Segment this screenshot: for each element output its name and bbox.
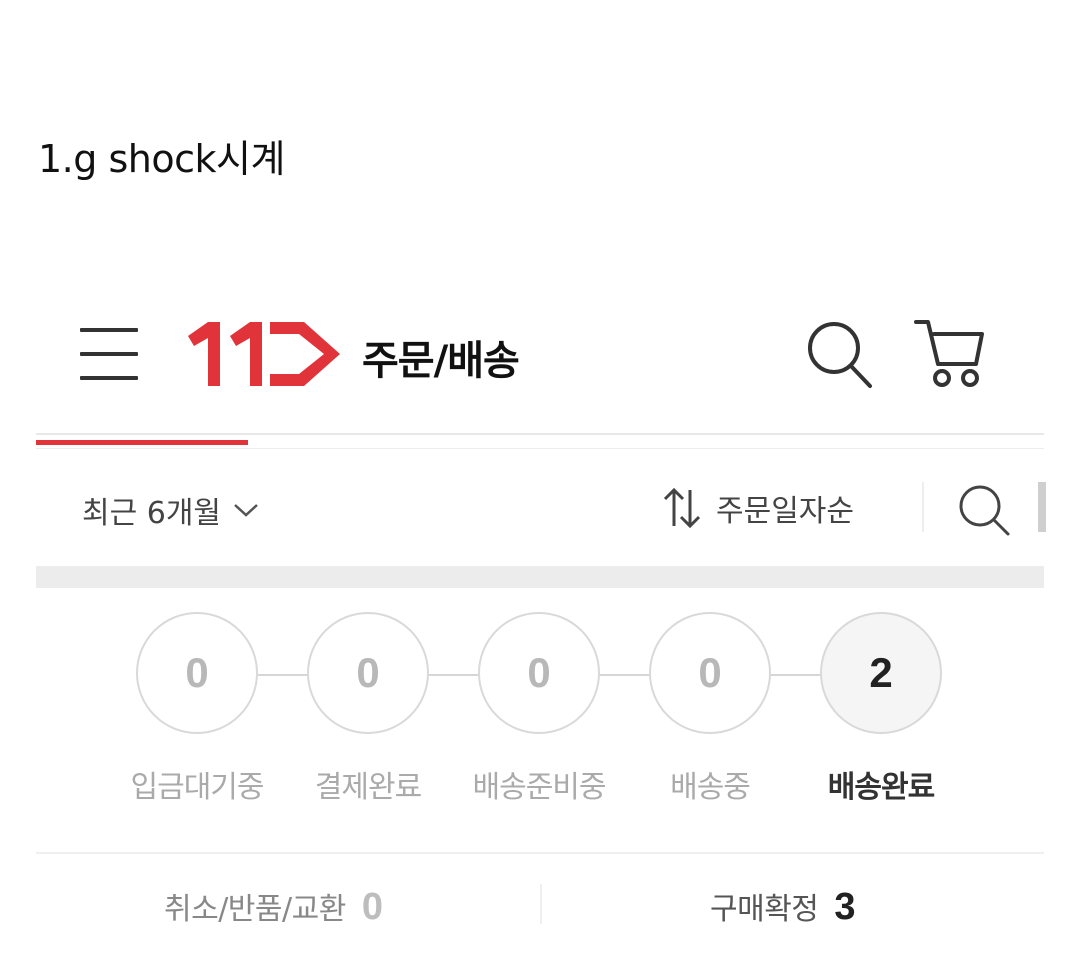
sort-dropdown[interactable]: 주문일자순 <box>662 486 854 530</box>
step-label-delivered[interactable]: 배송완료 <box>796 762 966 806</box>
step-connector <box>770 674 822 676</box>
cancel-return-exchange-link[interactable]: 취소/반품/교환 0 <box>164 884 383 929</box>
step-connector <box>258 674 310 676</box>
step-count-preparing-shipment[interactable]: 0 <box>478 612 600 734</box>
sort-icon <box>663 487 701 529</box>
step-count-delivered[interactable]: 2 <box>820 612 942 734</box>
filter-divider <box>922 482 924 532</box>
order-status-steps: 0 0 0 0 2 입금대기중 결제완료 배송준비중 배송중 배송완료 <box>36 612 1044 812</box>
step-label-payment-complete[interactable]: 결제완료 <box>283 762 453 806</box>
divider <box>36 852 1044 854</box>
cancel-return-exchange-count: 0 <box>361 886 383 928</box>
summary-divider <box>540 884 542 924</box>
period-label: 최근 6개월 <box>82 496 222 531</box>
step-count-payment-complete[interactable]: 0 <box>307 612 429 734</box>
step-count-in-delivery[interactable]: 0 <box>649 612 771 734</box>
app-header: 주문/배송 <box>36 290 1044 430</box>
tab-track <box>36 433 1044 435</box>
scroll-indicator <box>1038 482 1046 532</box>
page-title: 주문/배송 <box>362 338 520 384</box>
order-summary: 취소/반품/교환 0 구매확정 3 <box>36 870 1044 940</box>
step-connector <box>428 674 480 676</box>
chevron-down-icon <box>234 504 258 517</box>
cancel-return-exchange-label: 취소/반품/교환 <box>164 892 346 927</box>
brand-logo[interactable] <box>186 318 344 390</box>
search-icon[interactable] <box>956 482 1012 538</box>
step-label-awaiting-deposit[interactable]: 입금대기중 <box>112 762 282 806</box>
menu-icon[interactable] <box>80 326 138 382</box>
filter-bar: 최근 6개월 주문일자순 <box>36 460 1046 560</box>
post-title: 1.g shock시계 <box>38 137 285 181</box>
cart-icon[interactable] <box>912 316 984 392</box>
sort-label: 주문일자순 <box>716 494 854 529</box>
step-connector <box>599 674 651 676</box>
period-dropdown[interactable]: 최근 6개월 <box>82 488 259 532</box>
step-count-awaiting-deposit[interactable]: 0 <box>136 612 258 734</box>
section-separator <box>36 566 1044 588</box>
search-icon[interactable] <box>804 316 876 392</box>
purchase-confirmed-label: 구매확정 <box>710 892 819 927</box>
divider <box>36 448 1044 449</box>
purchase-confirmed-count: 3 <box>834 886 856 928</box>
step-label-preparing-shipment[interactable]: 배송준비중 <box>454 762 624 806</box>
active-tab-indicator <box>36 440 248 445</box>
purchase-confirmed-link[interactable]: 구매확정 3 <box>710 884 856 929</box>
order-delivery-screen: 주문/배송 최근 6개월 주문일자순 0 0 0 0 2 입금대기중 결제완료 … <box>36 290 1046 954</box>
step-label-in-delivery[interactable]: 배송중 <box>625 762 795 806</box>
